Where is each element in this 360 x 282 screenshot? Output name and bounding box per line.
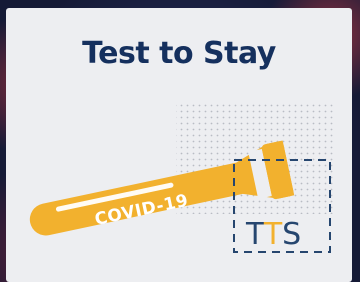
badge-letter-t1: T	[245, 217, 265, 252]
test-tube-illustration: COVID-19 TTS	[29, 104, 336, 253]
badge-letter-t2: T	[263, 217, 283, 252]
info-card: Test to Stay COVID-19 TTS	[6, 8, 352, 282]
badge-letter-s: S	[282, 217, 301, 252]
svg-text:TTS: TTS	[245, 217, 301, 252]
card-title: Test to Stay	[82, 36, 276, 71]
